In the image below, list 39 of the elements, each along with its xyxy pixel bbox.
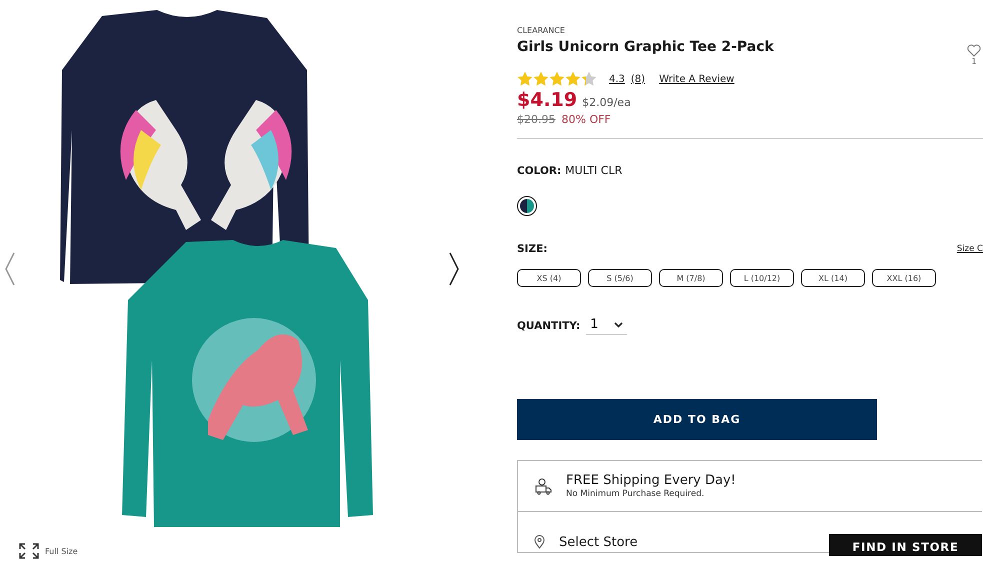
star-icon: [565, 71, 581, 87]
shipping-note: No Minimum Purchase Required.: [566, 489, 706, 499]
add-to-bag-button[interactable]: ADD TO BAG: [517, 399, 877, 440]
discount-label: 80% OFF: [562, 113, 611, 126]
color-value: MULTI CLR: [565, 164, 622, 177]
clearance-label: CLEARANCE: [517, 26, 566, 35]
color-label: COLOR:: [517, 165, 562, 177]
quantity-select[interactable]: 1: [586, 317, 628, 335]
star-icon: [549, 71, 565, 87]
size-chart-link[interactable]: Size C: [956, 244, 983, 254]
size-option[interactable]: XXL (16): [872, 269, 936, 287]
color-swatch[interactable]: [517, 196, 537, 216]
size-label: SIZE:: [517, 243, 548, 255]
size-option[interactable]: XL (14): [801, 269, 865, 287]
shipping-title: FREE Shipping Every Day!: [566, 473, 736, 488]
sale-price: $4.19: [517, 89, 578, 111]
expand-icon[interactable]: [19, 543, 39, 559]
original-price: $20.95: [517, 113, 556, 126]
quantity-label: QUANTITY:: [517, 320, 580, 332]
product-title: Girls Unicorn Graphic Tee 2-Pack: [517, 39, 774, 55]
select-store-label[interactable]: Select Store: [559, 534, 815, 550]
size-option[interactable]: S (5/6): [588, 269, 652, 287]
size-option[interactable]: L (10/12): [730, 269, 794, 287]
star-icon: [533, 71, 549, 87]
find-in-store-button[interactable]: FIND IN STORE: [829, 534, 982, 556]
review-count-link[interactable]: (8): [630, 74, 646, 84]
write-review-link[interactable]: Write A Review: [659, 74, 734, 84]
star-icon: [581, 71, 597, 87]
full-size-label[interactable]: Full Size: [45, 546, 78, 556]
heart-icon[interactable]: [967, 44, 981, 57]
delivery-truck-icon: [534, 478, 552, 494]
size-option[interactable]: M (7/8): [659, 269, 723, 287]
size-option[interactable]: XS (4): [517, 269, 581, 287]
chevron-down-icon: [614, 322, 624, 328]
unit-price: $2.09/ea: [582, 96, 631, 109]
star-icon: [517, 71, 533, 87]
location-pin-icon: [534, 535, 545, 549]
wishlist-count: 1: [971, 57, 977, 66]
rating-link[interactable]: 4.3: [609, 74, 625, 84]
